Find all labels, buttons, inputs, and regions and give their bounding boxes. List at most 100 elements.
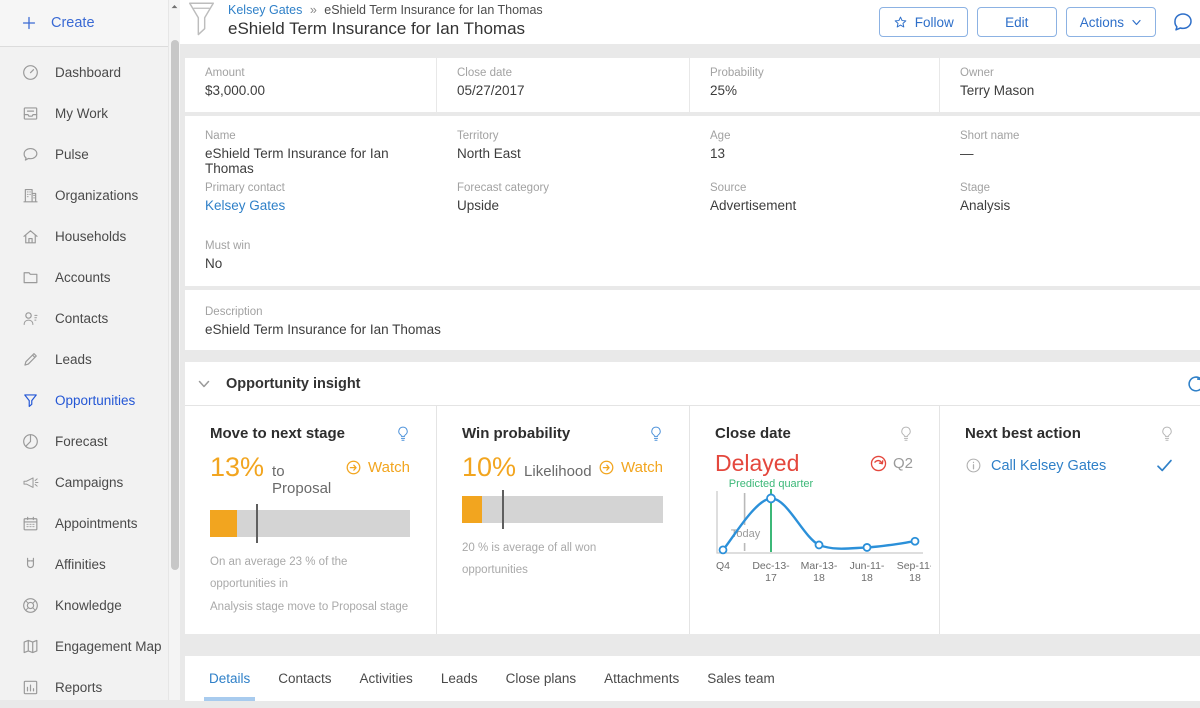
breadcrumb-separator: » <box>310 3 317 17</box>
header-actions: Follow Edit Actions <box>879 7 1200 37</box>
gauge-icon <box>21 63 40 82</box>
actions-button[interactable]: Actions <box>1066 7 1156 37</box>
detail-row: Must win No <box>185 234 1200 286</box>
field-probability: Probability 25% <box>690 58 940 112</box>
detail-row: Name eShield Term Insurance for Ian Thom… <box>185 124 1200 176</box>
sidebar-item-organizations[interactable]: Organizations <box>0 175 168 216</box>
building-icon <box>21 186 40 205</box>
watch-label: Watch <box>368 459 410 476</box>
create-button[interactable]: Create <box>0 0 168 47</box>
sidebar-item-dashboard[interactable]: Dashboard <box>0 52 168 93</box>
field-label: Owner <box>960 67 1200 79</box>
average-marker <box>502 490 504 529</box>
sidebar-item-appointments[interactable]: Appointments <box>0 503 168 544</box>
field-amount: Amount $3,000.00 <box>185 58 437 112</box>
breadcrumb-link[interactable]: Kelsey Gates <box>228 3 302 17</box>
insight-card-title: Win probability <box>462 425 570 442</box>
field-label: Stage <box>960 182 1200 194</box>
record-tabbar: Details Contacts Activities Leads Close … <box>185 656 1200 701</box>
sidebar-nav: Dashboard My Work Pulse Organizations Ho… <box>0 47 168 708</box>
field-label: Amount <box>205 67 436 79</box>
svg-text:18: 18 <box>909 572 921 584</box>
breadcrumb-current: eShield Term Insurance for Ian Thomas <box>324 3 542 17</box>
metric-suffix: to Proposal <box>272 463 345 497</box>
sidebar-item-reports[interactable]: Reports <box>0 667 168 708</box>
triangle-up-icon[interactable] <box>170 2 179 11</box>
edit-button[interactable]: Edit <box>977 7 1057 37</box>
tab-activities[interactable]: Activities <box>360 656 413 701</box>
tab-details[interactable]: Details <box>209 656 250 701</box>
watch-label: Watch <box>621 459 663 476</box>
field-label: Age <box>710 130 940 142</box>
field-value: eShield Term Insurance for Ian Thomas <box>205 146 437 176</box>
tab-attachments[interactable]: Attachments <box>604 656 679 701</box>
sidebar-item-campaigns[interactable]: Campaigns <box>0 462 168 503</box>
tab-label: Contacts <box>278 671 331 686</box>
tab-label: Details <box>209 671 250 686</box>
funnel-icon <box>21 391 40 410</box>
info-circle-icon[interactable] <box>965 457 982 474</box>
likelihood-progress-bar <box>462 496 663 523</box>
caption-line: 20 % is average of all won opportunities <box>462 537 663 582</box>
field-value: 25% <box>710 83 939 98</box>
sidebar-item-pulse[interactable]: Pulse <box>0 134 168 175</box>
svg-text:Sep-11-: Sep-11- <box>897 560 931 572</box>
tab-sales-team[interactable]: Sales team <box>707 656 775 701</box>
follow-button[interactable]: Follow <box>879 7 968 37</box>
watch-button[interactable]: Watch <box>345 459 410 476</box>
section-title: Opportunity insight <box>226 376 361 392</box>
sidebar-item-forecast[interactable]: Forecast <box>0 421 168 462</box>
chevron-down-icon[interactable] <box>197 377 211 391</box>
sidebar: Create Dashboard My Work Pulse Organizat… <box>0 0 168 700</box>
sidebar-item-knowledge[interactable]: Knowledge <box>0 585 168 626</box>
delayed-status: Delayed <box>715 450 799 477</box>
barchart-icon <box>21 678 40 697</box>
call-contact-link[interactable]: Call Kelsey Gates <box>991 458 1106 474</box>
sidebar-item-households[interactable]: Households <box>0 216 168 257</box>
sidebar-item-engagement-map[interactable]: Engagement Map <box>0 626 168 667</box>
insight-card-title: Move to next stage <box>210 425 345 442</box>
field-value: No <box>205 256 437 271</box>
watch-button[interactable]: Watch <box>598 459 663 476</box>
caption-line: Analysis stage move to Proposal stage <box>210 596 410 618</box>
description-card: Description eShield Term Insurance for I… <box>185 290 1200 350</box>
svg-text:Predicted quarter: Predicted quarter <box>729 479 814 490</box>
tab-contacts[interactable]: Contacts <box>278 656 331 701</box>
sidebar-item-accounts[interactable]: Accounts <box>0 257 168 298</box>
page-title: eShield Term Insurance for Ian Thomas <box>228 19 543 39</box>
house-icon <box>21 227 40 246</box>
lightbulb-icon <box>899 425 913 443</box>
sidebar-item-label: Engagement Map <box>55 639 162 654</box>
win-probability-percent: 10% <box>462 452 516 483</box>
quarter-label: Q2 <box>893 455 913 472</box>
field-label: Forecast category <box>457 182 690 194</box>
primary-contact-link[interactable]: Kelsey Gates <box>205 198 437 213</box>
sidebar-item-opportunities[interactable]: Opportunities <box>0 380 168 421</box>
field-close-date: Close date 05/27/2017 <box>437 58 690 112</box>
sidebar-item-label: Organizations <box>55 188 138 203</box>
sidebar-item-contacts[interactable]: Contacts <box>0 298 168 339</box>
sidebar-scrollbar[interactable] <box>168 0 180 700</box>
svg-text:18: 18 <box>813 572 825 584</box>
insight-header: Opportunity insight <box>185 362 1200 406</box>
field-description: Description eShield Term Insurance for I… <box>185 300 1200 352</box>
megaphone-icon <box>21 473 40 492</box>
opportunity-insight-section: Opportunity insight Move to next stage 1… <box>185 362 1200 634</box>
field-label: Close date <box>457 67 689 79</box>
tab-leads[interactable]: Leads <box>441 656 478 701</box>
insight-card-title: Close date <box>715 425 791 442</box>
scrollbar-thumb[interactable] <box>171 40 179 570</box>
lightbulb-icon <box>649 425 663 443</box>
checkmark-icon[interactable] <box>1155 456 1174 475</box>
sidebar-item-leads[interactable]: Leads <box>0 339 168 380</box>
field-label: Short name <box>960 130 1200 142</box>
tab-label: Sales team <box>707 671 775 686</box>
chat-bubble-icon[interactable] <box>1171 10 1195 34</box>
sidebar-item-my-work[interactable]: My Work <box>0 93 168 134</box>
pie-icon <box>21 432 40 451</box>
insight-caption: On an average 23 % of the opportunities … <box>210 551 410 618</box>
sidebar-item-affinities[interactable]: Affinities <box>0 544 168 585</box>
sidebar-item-label: Campaigns <box>55 475 123 490</box>
tab-close-plans[interactable]: Close plans <box>506 656 577 701</box>
refresh-icon[interactable] <box>1185 373 1200 395</box>
